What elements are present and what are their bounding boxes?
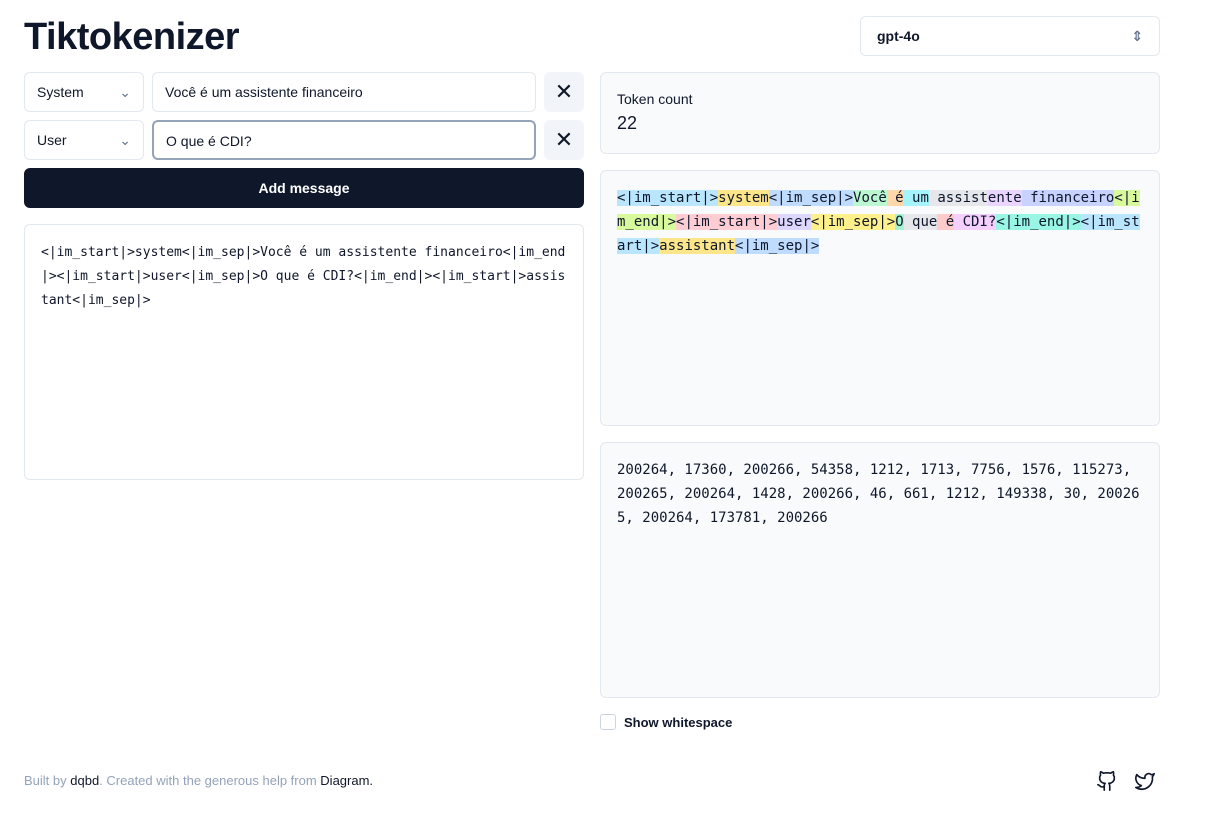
github-icon[interactable]	[1096, 770, 1118, 792]
token[interactable]: O	[895, 214, 904, 230]
chevron-updown-icon: ⇕	[1131, 28, 1143, 44]
chevron-down-icon: ⌄	[119, 83, 131, 100]
remove-message-button[interactable]: ✕	[544, 120, 584, 160]
add-message-button[interactable]: Add message	[24, 168, 584, 208]
token[interactable]: <|im_start|>	[617, 190, 719, 206]
token-count-label: Token count	[617, 91, 693, 107]
token[interactable]: CDI	[954, 214, 988, 230]
diagram-link[interactable]: Diagram	[320, 773, 369, 788]
token-count-value: 22	[617, 113, 638, 133]
role-select[interactable]: User ⌄	[24, 120, 144, 160]
show-whitespace-checkbox[interactable]	[600, 714, 616, 730]
raw-text-area[interactable]: <|im_start|>system<|im_sep|>Você é um as…	[24, 224, 584, 480]
close-icon: ✕	[554, 79, 574, 104]
token[interactable]: <|im_sep|>	[810, 214, 896, 230]
token[interactable]: <|im_start|>	[676, 214, 778, 230]
role-select[interactable]: System ⌄	[24, 72, 144, 112]
token[interactable]: assistant	[659, 238, 736, 254]
remove-message-button[interactable]: ✕	[544, 72, 584, 112]
token[interactable]: financeiro	[1021, 190, 1115, 206]
token[interactable]: um	[903, 190, 929, 206]
footer-text: . Created with the generous help from	[99, 773, 321, 788]
token-count-card: Token count 22	[600, 72, 1160, 154]
token[interactable]: <|im_sep|>	[768, 190, 854, 206]
chevron-down-icon: ⌄	[119, 131, 131, 148]
footer: Built by dqbd. Created with the generous…	[24, 773, 373, 788]
token-visualization: <|im_start|>system<|im_sep|>Você é um as…	[600, 170, 1160, 426]
message-row: System ⌄ Você é um assistente financeiro …	[24, 72, 584, 112]
message-row: User ⌄ O que é CDI? ✕	[24, 120, 584, 160]
message-input[interactable]: Você é um assistente financeiro	[152, 72, 536, 112]
message-input[interactable]: O que é CDI?	[152, 120, 536, 160]
footer-text: .	[369, 773, 374, 788]
token[interactable]: system	[718, 190, 769, 206]
token[interactable]: <|im_end|>	[996, 214, 1081, 230]
token[interactable]: <|im_sep|>	[735, 238, 820, 254]
token-ids: 200264, 17360, 200266, 54358, 1212, 1713…	[600, 442, 1160, 698]
role-value: User	[37, 132, 67, 148]
token[interactable]: Você	[853, 190, 887, 206]
model-value: gpt-4o	[877, 28, 920, 44]
app-title: Tiktokenizer	[24, 16, 240, 58]
show-whitespace-toggle[interactable]: Show whitespace	[600, 714, 732, 730]
model-select[interactable]: gpt-4o ⇕	[860, 16, 1160, 56]
author-link[interactable]: dqbd	[70, 773, 99, 788]
token[interactable]: ente	[987, 190, 1022, 206]
twitter-icon[interactable]	[1134, 770, 1156, 792]
close-icon: ✕	[554, 127, 574, 152]
token[interactable]: é	[937, 214, 955, 230]
token[interactable]: assist	[928, 190, 988, 206]
footer-text: Built by	[24, 773, 71, 788]
token[interactable]: é	[886, 190, 904, 206]
show-whitespace-label: Show whitespace	[624, 714, 733, 730]
token[interactable]: user	[777, 214, 811, 230]
role-value: System	[37, 84, 84, 100]
token[interactable]: que	[903, 214, 938, 230]
